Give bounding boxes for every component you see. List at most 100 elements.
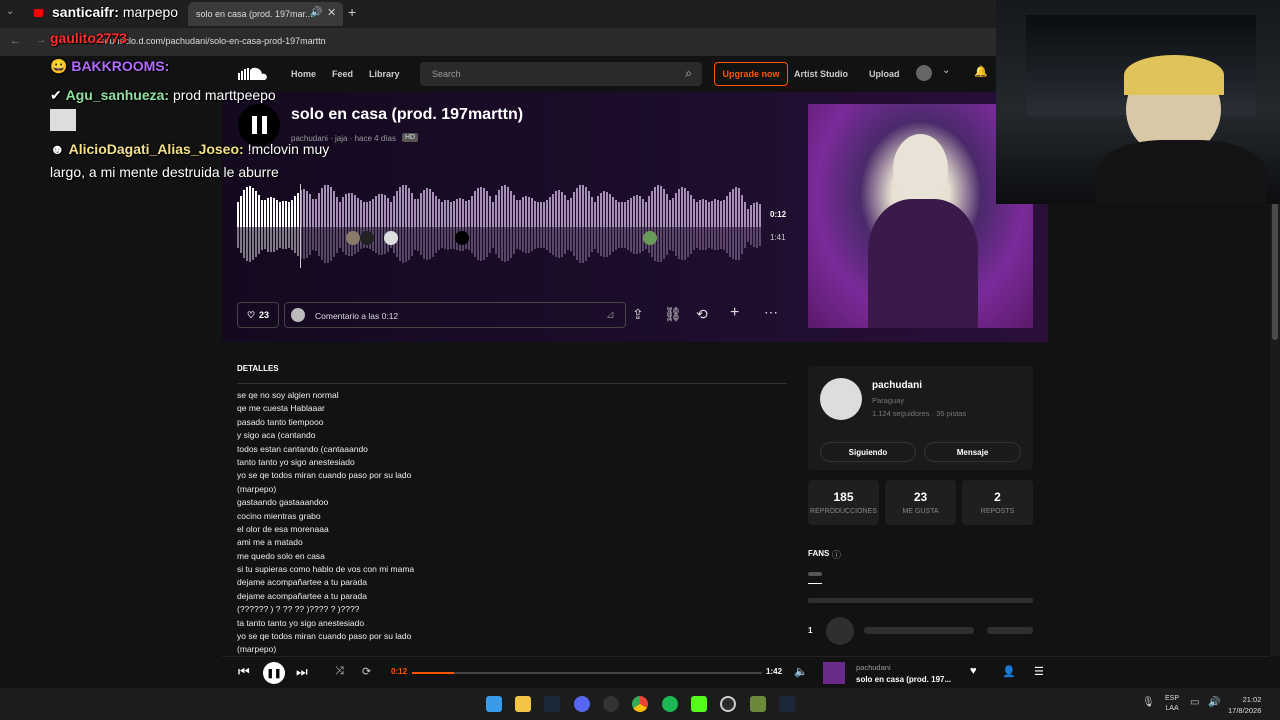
info-icon[interactable]: ⓘ	[832, 548, 841, 561]
lyric-line: me quedo solo en casa	[237, 550, 325, 561]
waveform-bar	[729, 191, 731, 227]
language-indicator[interactable]: ESP LAA	[1165, 694, 1179, 714]
new-tab-icon[interactable]: +	[348, 4, 356, 20]
waveform-bar	[342, 227, 344, 253]
artist-avatar[interactable]	[820, 378, 862, 420]
waveform-bar	[474, 191, 476, 227]
chevron-down-icon[interactable]: ⌄	[942, 65, 950, 76]
lyric-line: el olor de esa morenaaa	[237, 523, 329, 534]
discord-icon[interactable]	[574, 696, 590, 712]
app-icon[interactable]	[720, 696, 736, 712]
url-field[interactable]: soundclo.d.com/pachudani/solo-en-casa-pr…	[100, 36, 326, 46]
volume-tray-icon[interactable]: 🔊	[1208, 697, 1220, 708]
send-icon[interactable]: ⊿	[606, 308, 615, 321]
waveform-bar	[573, 227, 575, 257]
waveform-bar	[240, 227, 242, 254]
player-like-icon[interactable]: ♥	[970, 665, 977, 677]
fans-tab-indicator	[808, 583, 822, 584]
next-up-icon[interactable]: ☰	[1034, 665, 1044, 678]
notifications-bell-icon[interactable]: 🔔	[974, 65, 988, 78]
waveform-reflection[interactable]	[237, 227, 762, 267]
comment-avatar[interactable]	[643, 231, 657, 245]
following-button[interactable]: Siguiendo	[820, 442, 916, 462]
waveform-bar	[510, 190, 512, 227]
waveform-bar	[726, 227, 728, 254]
chrome-icon[interactable]	[632, 696, 648, 712]
nav-upload[interactable]: Upload	[869, 69, 900, 79]
network-icon[interactable]: ▭	[1190, 697, 1199, 708]
waveform-bar	[477, 188, 479, 227]
obs-icon[interactable]	[603, 696, 619, 712]
comment-input[interactable]: Comentario a las 0:12 ⊿	[284, 302, 626, 328]
comment-avatar[interactable]	[346, 231, 360, 245]
steam-icon[interactable]	[544, 696, 560, 712]
waveform-bar	[246, 227, 248, 261]
waveform-bar	[264, 200, 266, 227]
waveform-bar	[606, 192, 608, 227]
upgrade-button[interactable]: Upgrade now	[714, 62, 788, 86]
playhead[interactable]	[300, 184, 301, 268]
waveform-bar	[513, 227, 515, 254]
shuffle-icon[interactable]: ⤨	[335, 665, 344, 678]
comment-avatar[interactable]	[455, 231, 469, 245]
add-to-playlist-icon[interactable]: +	[730, 304, 739, 322]
hd-badge: HD	[402, 133, 419, 142]
message-button[interactable]: Mensaje	[924, 442, 1021, 462]
lyric-line: yo se qe todos miran cuando paso por su …	[237, 631, 412, 642]
comment-avatar[interactable]	[384, 231, 398, 245]
player-progress-fill	[412, 672, 454, 674]
artist-name[interactable]: pachudani	[872, 380, 922, 391]
tab-list-icon[interactable]: ⌄	[6, 6, 20, 20]
back-arrow-icon[interactable]: ←	[10, 35, 21, 47]
tab-audio-icon[interactable]: 🔊	[310, 7, 322, 18]
start-icon[interactable]	[486, 696, 502, 712]
clock[interactable]: 21:02 17/8/2026	[1228, 694, 1261, 716]
repeat-icon[interactable]: ⟳	[362, 665, 371, 678]
nav-library[interactable]: Library	[369, 69, 400, 79]
volume-icon[interactable]: 🔈	[794, 665, 808, 678]
steam-icon[interactable]	[779, 696, 795, 712]
nav-artist-studio[interactable]: Artist Studio	[794, 69, 848, 79]
spotify-icon[interactable]	[662, 696, 678, 712]
youtube-tab-icon[interactable]	[34, 9, 43, 17]
webcam-person-body	[1096, 140, 1266, 204]
clock-time: 21:02	[1242, 695, 1262, 704]
next-icon[interactable]: ⏭	[296, 664, 308, 680]
waveform-bar	[456, 199, 458, 227]
kick-icon[interactable]	[691, 696, 707, 712]
waveform-bar	[522, 197, 524, 227]
repost-icon[interactable]: ⟲	[696, 306, 708, 323]
player-artwork[interactable]	[823, 662, 845, 684]
minecraft-icon[interactable]	[750, 696, 766, 712]
player-title[interactable]: solo en casa (prod. 197...	[856, 675, 951, 684]
soundcloud-logo-icon[interactable]	[238, 66, 268, 80]
search-icon[interactable]: ⌕	[685, 66, 692, 81]
file-explorer-icon[interactable]	[515, 696, 531, 712]
player-progress-track[interactable]	[412, 672, 762, 674]
microphone-icon[interactable]: 🎙	[1142, 697, 1155, 708]
tab-close-icon[interactable]: ✕	[327, 6, 336, 19]
nav-feed[interactable]: Feed	[332, 69, 353, 79]
nav-home[interactable]: Home	[291, 69, 316, 79]
waveform-bar	[681, 227, 683, 261]
like-button[interactable]: ♡ 23	[237, 302, 279, 328]
waveform-bar	[288, 227, 290, 248]
search-input[interactable]: Search ⌕	[420, 62, 702, 86]
previous-icon[interactable]: ⏮	[238, 664, 250, 680]
waveform-bar	[459, 198, 461, 227]
language-code: ESP	[1165, 695, 1180, 702]
copy-link-icon[interactable]: ⛓	[664, 306, 682, 323]
share-icon[interactable]: ⇪	[632, 306, 644, 323]
more-icon[interactable]: ⋯	[764, 304, 778, 321]
waveform-bar	[588, 227, 590, 258]
player-artist[interactable]: pachudani	[856, 663, 891, 672]
follow-user-icon[interactable]: 👤	[1002, 665, 1016, 678]
artist-followers: 1.124 seguidores · 35 pistas	[872, 409, 967, 418]
player-pause-button[interactable]: ❚❚	[263, 662, 285, 684]
forward-arrow-icon[interactable]: →	[36, 35, 46, 46]
waveform-bar	[258, 227, 260, 254]
user-avatar[interactable]	[916, 65, 932, 81]
comment-avatar[interactable]	[360, 231, 374, 245]
waveform[interactable]	[237, 182, 762, 227]
lyric-line: todos estan cantando (cantaaando	[237, 443, 368, 454]
